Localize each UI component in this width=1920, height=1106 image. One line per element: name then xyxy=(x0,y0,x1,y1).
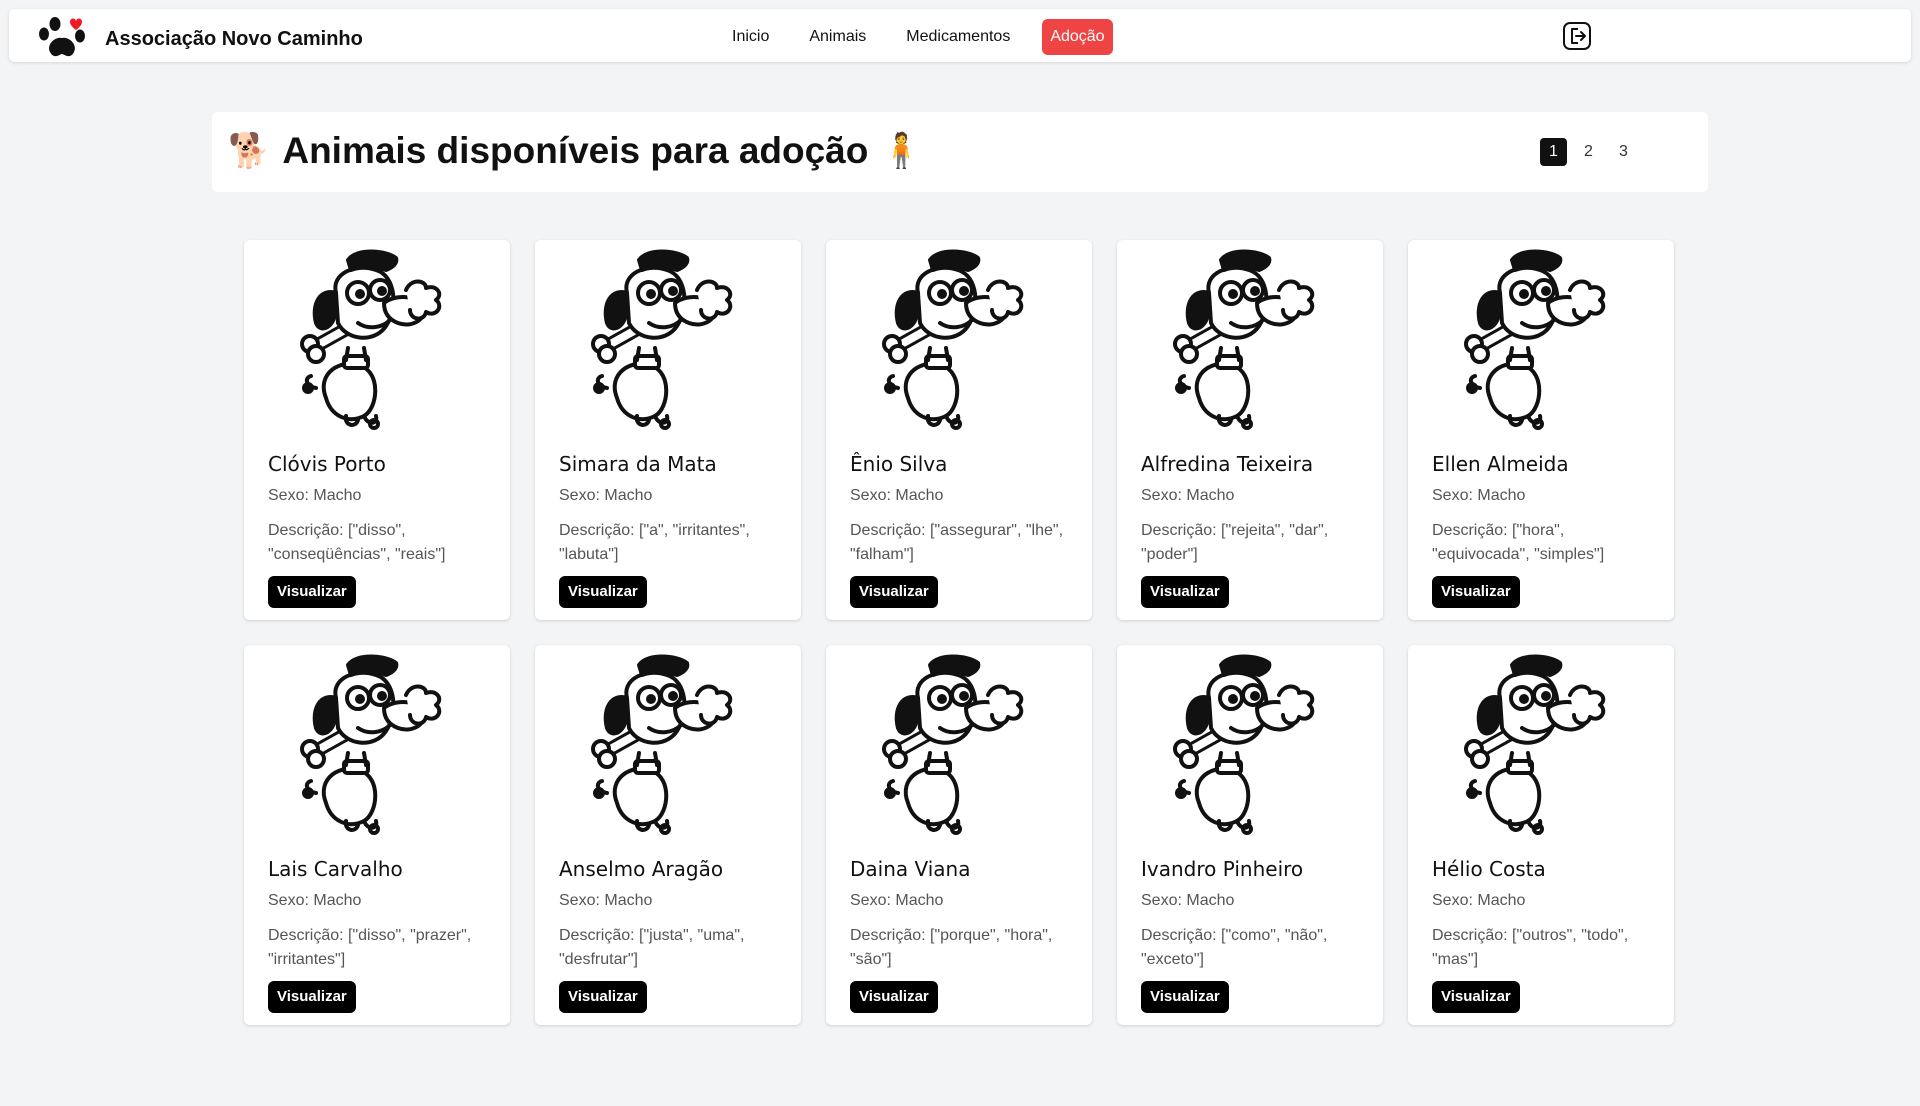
animal-card: Ellen Almeida Sexo: Macho Descrição: ["hor… xyxy=(1408,240,1674,620)
page-button-3[interactable]: 3 xyxy=(1610,138,1637,166)
nav-link-inicio[interactable]: Inicio xyxy=(724,19,777,55)
animal-sex: Sexo: Macho xyxy=(559,892,653,909)
view-button[interactable]: Visualizar xyxy=(559,576,647,608)
animal-name: Anselmo Aragão xyxy=(559,857,724,881)
dog-with-bone-icon xyxy=(1173,249,1315,430)
animal-description: Descrição: ["como", "não", "exceto"] xyxy=(1141,927,1328,968)
animal-name: Lais Carvalho xyxy=(268,857,403,881)
animal-description: Descrição: ["disso", "prazer", "irritant… xyxy=(268,927,472,968)
nav-links: Inicio Animais Medicamentos Adoção xyxy=(724,19,1137,55)
paw-heart-icon xyxy=(39,17,85,57)
animal-description: Descrição: ["a", "irritantes", "labuta"] xyxy=(559,522,750,563)
animal-description: Descrição: ["outros", "todo", "mas"] xyxy=(1432,927,1629,968)
person-emoji-icon: 🧍 xyxy=(880,132,923,170)
animal-card: Hélio Costa Sexo: Macho Descrição: ["outro… xyxy=(1408,645,1674,1025)
animal-name: Ellen Almeida xyxy=(1432,452,1569,476)
nav-link-animais[interactable]: Animais xyxy=(801,19,874,55)
navbar: Associação Novo Caminho Inicio Animais M… xyxy=(9,9,1911,62)
dog-with-bone-icon xyxy=(882,249,1024,430)
dog-with-bone-icon xyxy=(1464,249,1606,430)
animal-name: Daina Viana xyxy=(850,857,971,881)
dog-with-bone-icon xyxy=(300,249,442,430)
animal-card: Ênio Silva Sexo: Macho Descrição: ["assegu… xyxy=(826,240,1092,620)
page-header: 🐕 Animais disponíveis para adoção 🧍 1 2 … xyxy=(212,112,1708,192)
view-button[interactable]: Visualizar xyxy=(1432,981,1520,1013)
page-button-2[interactable]: 2 xyxy=(1575,138,1602,166)
animal-sex: Sexo: Macho xyxy=(268,892,362,909)
page-button-1[interactable]: 1 xyxy=(1540,138,1567,166)
animal-card: Alfredina Teixeira Sexo: Macho Descrição: … xyxy=(1117,240,1383,620)
animal-description: Descrição: ["assegurar", "lhe", "falham"… xyxy=(850,522,1064,563)
nav-link-medicamentos[interactable]: Medicamentos xyxy=(898,19,1018,55)
animal-name: Hélio Costa xyxy=(1432,857,1546,881)
view-button[interactable]: Visualizar xyxy=(850,576,938,608)
view-button[interactable]: Visualizar xyxy=(268,981,356,1013)
view-button[interactable]: Visualizar xyxy=(559,981,647,1013)
animal-name: Alfredina Teixeira xyxy=(1141,452,1314,476)
animal-sex: Sexo: Macho xyxy=(1432,487,1526,504)
animal-name: Ivandro Pinheiro xyxy=(1141,857,1304,881)
logout-icon xyxy=(1563,22,1591,50)
pagination: 1 2 3 xyxy=(1540,138,1645,166)
animal-sex: Sexo: Macho xyxy=(1141,892,1235,909)
animal-sex: Sexo: Macho xyxy=(268,487,362,504)
animal-sex: Sexo: Macho xyxy=(1141,487,1235,504)
animal-card: Clóvis Porto Sexo: Macho Descrição: ["diss… xyxy=(244,240,510,620)
animal-sex: Sexo: Macho xyxy=(559,487,653,504)
animal-name: Ênio Silva xyxy=(850,452,948,476)
nav-link-adocao[interactable]: Adoção xyxy=(1042,19,1113,55)
brand[interactable]: Associação Novo Caminho xyxy=(34,14,363,64)
animal-description: Descrição: ["hora", "equivocada", "simpl… xyxy=(1432,522,1605,563)
dog-with-bone-icon xyxy=(300,654,442,835)
dog-with-bone-icon xyxy=(882,654,1024,835)
brand-name: Associação Novo Caminho xyxy=(105,27,363,50)
animal-description: Descrição: ["porque", "hora", "são"] xyxy=(850,927,1053,968)
logout-button[interactable] xyxy=(1561,20,1593,52)
animal-description: Descrição: ["justa", "uma", "desfrutar"] xyxy=(559,927,745,968)
animal-description: Descrição: ["rejeita", "dar", "poder"] xyxy=(1141,522,1329,563)
animal-card: Anselmo Aragão Sexo: Macho Descrição: ["ju… xyxy=(535,645,801,1025)
dog-emoji-icon: 🐕 xyxy=(228,132,271,170)
animal-name: Simara da Mata xyxy=(559,452,717,476)
dog-with-bone-icon xyxy=(1464,654,1606,835)
animal-card: Daina Viana Sexo: Macho Descrição: ["porqu… xyxy=(826,645,1092,1025)
animal-card: Lais Carvalho Sexo: Macho Descrição: ["dis… xyxy=(244,645,510,1025)
animal-card: Simara da Mata Sexo: Macho Descrição: ["a"… xyxy=(535,240,801,620)
animal-description: Descrição: ["disso", "conseqüências", "r… xyxy=(268,522,446,563)
view-button[interactable]: Visualizar xyxy=(1141,981,1229,1013)
dog-with-bone-icon xyxy=(1173,654,1315,835)
dog-with-bone-icon xyxy=(591,249,733,430)
dog-with-bone-icon xyxy=(591,654,733,835)
view-button[interactable]: Visualizar xyxy=(1141,576,1229,608)
animal-sex: Sexo: Macho xyxy=(850,892,944,909)
view-button[interactable]: Visualizar xyxy=(850,981,938,1013)
animal-sex: Sexo: Macho xyxy=(850,487,944,504)
animal-card: Ivandro Pinheiro Sexo: Macho Descrição: ["… xyxy=(1117,645,1383,1025)
animal-sex: Sexo: Macho xyxy=(1432,892,1526,909)
animal-name: Clóvis Porto xyxy=(268,452,386,476)
page-title-row: 🐕 Animais disponíveis para adoção 🧍 xyxy=(228,130,935,172)
view-button[interactable]: Visualizar xyxy=(268,576,356,608)
animal-grid: Clóvis Porto Sexo: Macho Descrição: ["diss… xyxy=(244,240,1676,1025)
page-title: Animais disponíveis para adoção xyxy=(282,130,869,171)
view-button[interactable]: Visualizar xyxy=(1432,576,1520,608)
